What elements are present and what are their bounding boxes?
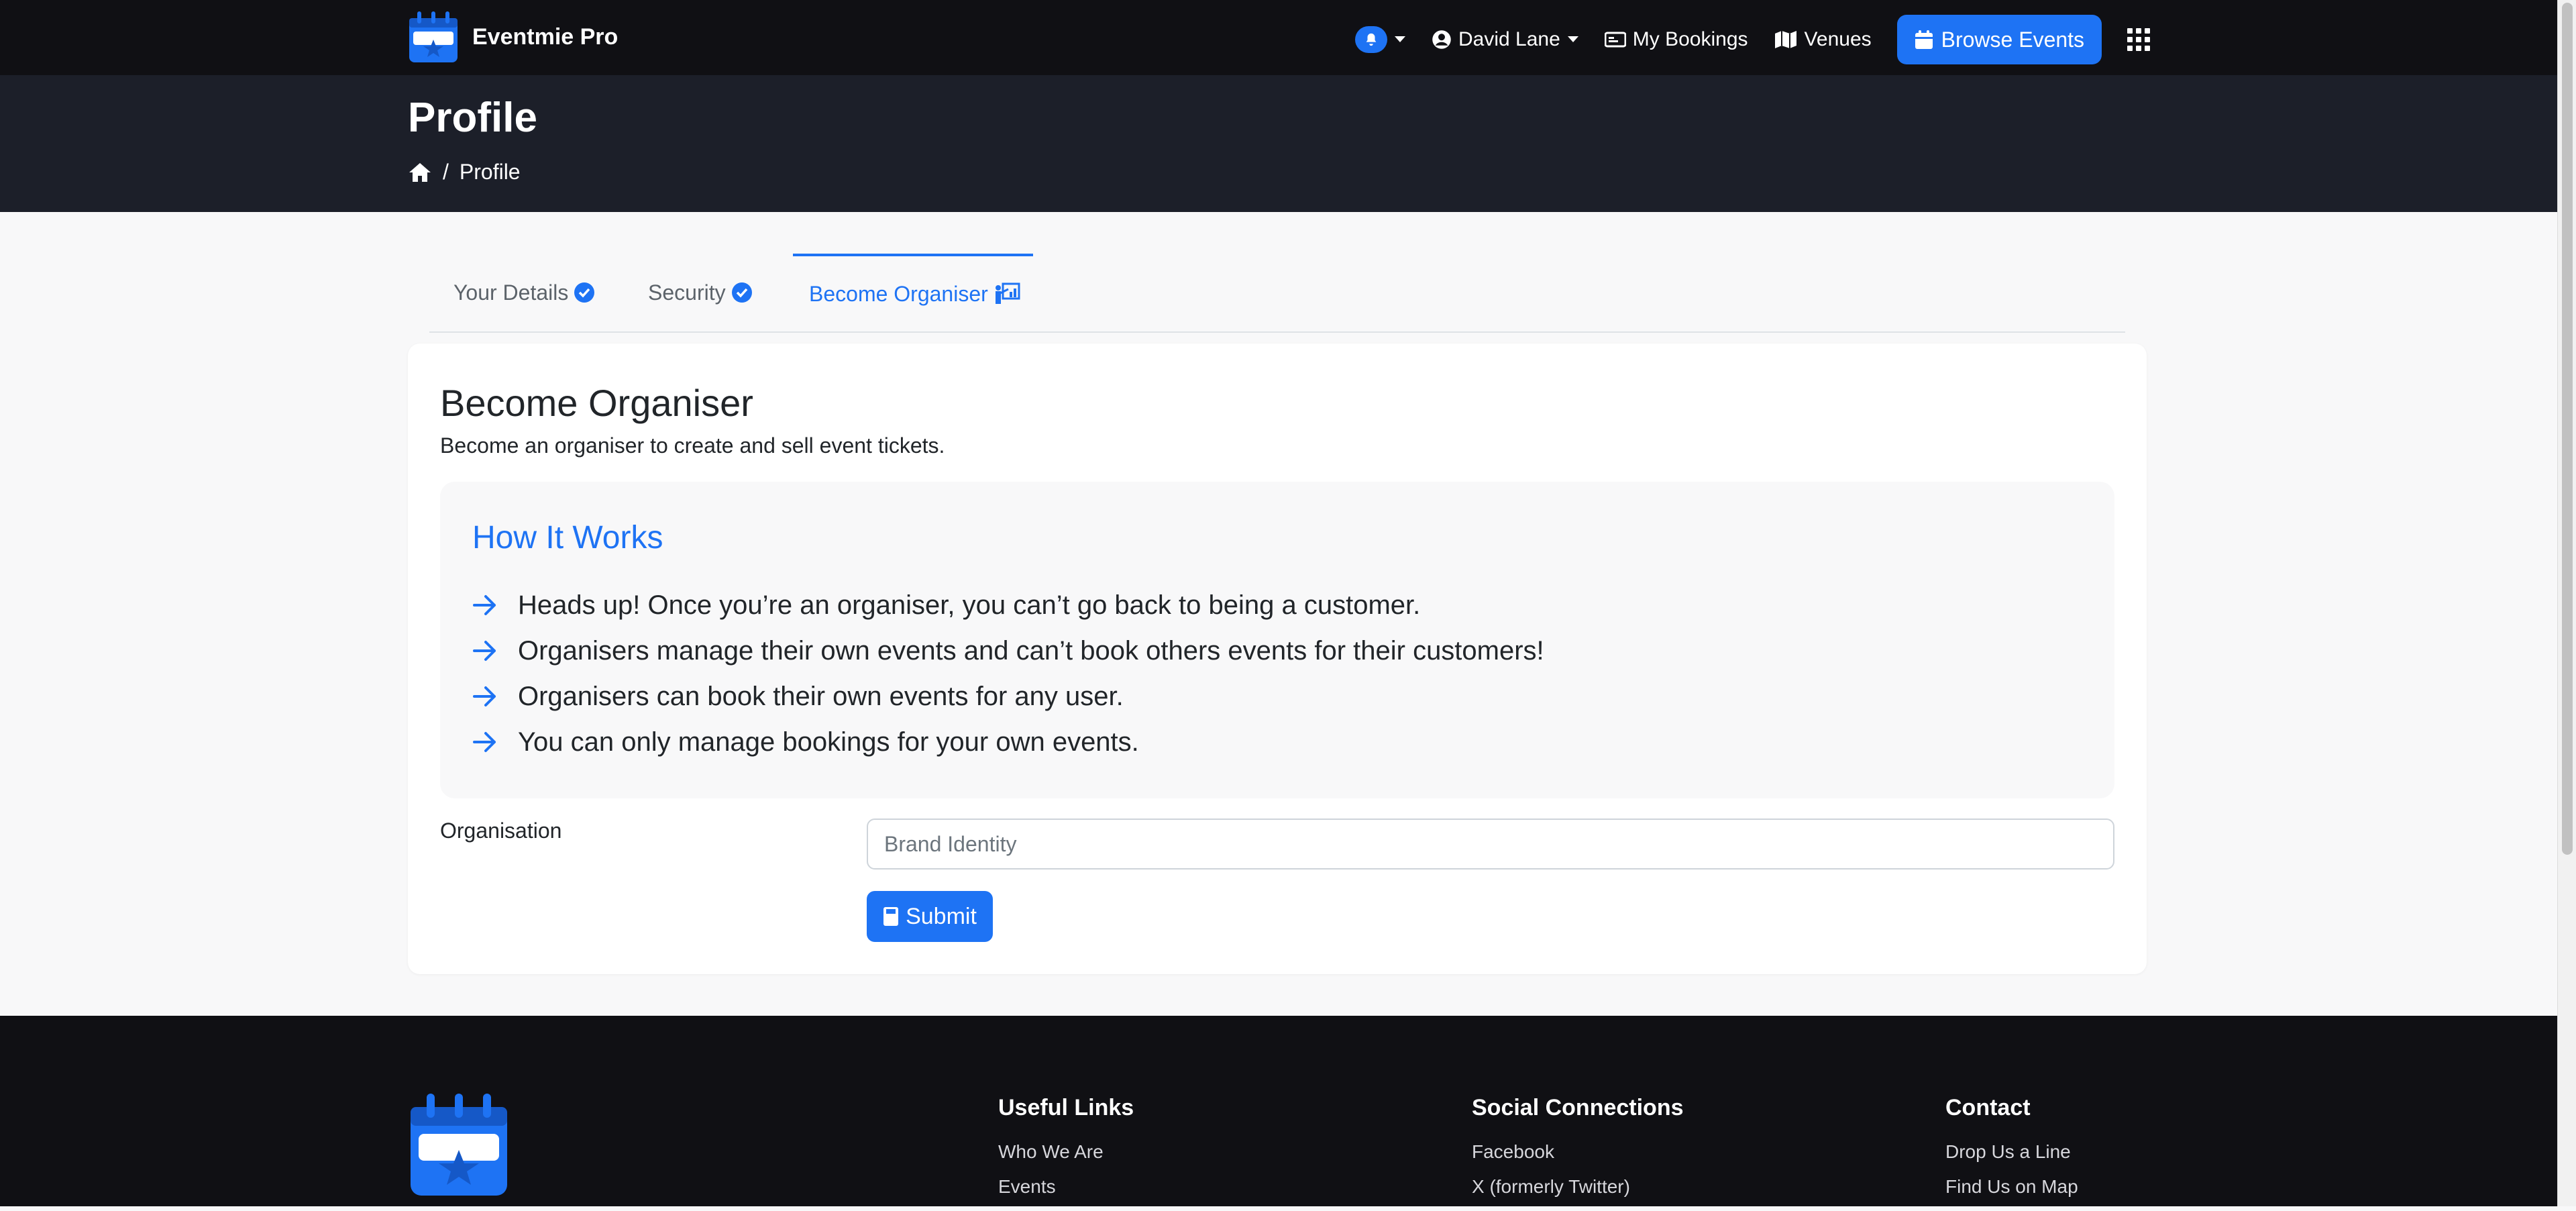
page-title: Profile	[408, 95, 537, 141]
scrollbar-thumb[interactable]	[2562, 3, 2573, 855]
list-item-text: Organisers can book their own events for…	[518, 681, 1124, 711]
footer-link-events[interactable]: Events	[998, 1176, 1134, 1198]
nav-venues[interactable]: Venues	[1774, 28, 1872, 51]
footer-link-drop-us-a-line[interactable]: Drop Us a Line	[1945, 1141, 2078, 1163]
browse-events-button[interactable]: Browse Events	[1896, 15, 2102, 64]
brand-link[interactable]: Eventmie Pro	[408, 9, 618, 64]
calendar-icon	[1915, 30, 1933, 49]
arrow-right-icon	[473, 686, 496, 706]
breadcrumb: / Profile	[408, 160, 521, 185]
footer-heading: Contact	[1945, 1095, 2031, 1120]
page-hero	[0, 75, 2557, 212]
user-circle-icon	[1432, 30, 1451, 49]
footer-link-who-we-are[interactable]: Who We Are	[998, 1141, 1134, 1163]
home-icon[interactable]	[408, 162, 432, 183]
how-it-works-list: Heads up! Once you’re an organiser, you …	[472, 582, 1544, 765]
profile-tabs: Your Details Security Become Organiser	[429, 254, 2125, 333]
nav-menu: David Lane My Bookings Venues Browse Eve…	[1355, 15, 2151, 64]
footer: Useful Links Who We Are Events Social Co…	[0, 1016, 2557, 1206]
list-item-text: Heads up! Once you’re an organiser, you …	[518, 590, 1421, 620]
tab-security[interactable]: Security	[648, 254, 753, 331]
organisation-input[interactable]	[867, 819, 2114, 870]
page-scrollbar[interactable]	[2557, 0, 2576, 1206]
breadcrumb-separator: /	[443, 160, 449, 184]
card-title: Become Organiser	[440, 382, 753, 424]
tab-label: Your Details	[453, 280, 569, 305]
browse-events-label: Browse Events	[1941, 27, 2085, 52]
how-it-works-panel: How It Works Heads up! Once you’re an or…	[440, 482, 2114, 798]
list-item: Organisers can book their own events for…	[472, 674, 1544, 719]
notifications-dropdown[interactable]	[1355, 26, 1406, 53]
footer-useful-links: Useful Links Who We Are Events	[998, 1095, 1134, 1211]
footer-heading: Social Connections	[1472, 1095, 1684, 1120]
apps-grid-icon[interactable]	[2127, 28, 2151, 51]
list-item: Organisers manage their own events and c…	[472, 628, 1544, 674]
nav-my-bookings[interactable]: My Bookings	[1604, 28, 1748, 51]
footer-link-twitter[interactable]: X (formerly Twitter)	[1472, 1176, 1684, 1198]
user-dropdown[interactable]: David Lane	[1432, 28, 1579, 51]
footer-social-connections: Social Connections Facebook X (formerly …	[1472, 1095, 1684, 1211]
check-circle-icon	[574, 282, 595, 303]
tab-become-organiser[interactable]: Become Organiser	[793, 254, 1033, 331]
arrow-right-icon	[473, 732, 496, 752]
person-chalkboard-icon	[995, 282, 1020, 304]
tab-label: Become Organiser	[809, 281, 988, 306]
top-navbar: Eventmie Pro David Lane My Bookings Venu…	[0, 0, 2557, 75]
organisation-label: Organisation	[440, 819, 562, 843]
arrow-right-icon	[473, 641, 496, 661]
footer-link-facebook[interactable]: Facebook	[1472, 1141, 1684, 1163]
arrow-right-icon	[473, 595, 496, 615]
footer-heading: Useful Links	[998, 1095, 1134, 1120]
bell-icon	[1355, 26, 1387, 53]
caret-down-icon	[1395, 36, 1405, 42]
list-item: You can only manage bookings for your ow…	[472, 719, 1544, 765]
become-organiser-card: Become Organiser Become an organiser to …	[408, 344, 2147, 974]
calendar-logo-icon[interactable]	[408, 1091, 510, 1198]
footer-link-find-us-on-map[interactable]: Find Us on Map	[1945, 1176, 2078, 1198]
save-icon	[883, 907, 899, 926]
list-item-text: You can only manage bookings for your ow…	[518, 727, 1139, 757]
list-item: Heads up! Once you’re an organiser, you …	[472, 582, 1544, 628]
ticket-card-icon	[1604, 32, 1626, 48]
user-name: David Lane	[1458, 28, 1560, 50]
brand-name: Eventmie Pro	[472, 23, 619, 50]
caret-down-icon	[1567, 36, 1578, 42]
card-subtitle: Become an organiser to create and sell e…	[440, 433, 945, 458]
list-item-text: Organisers manage their own events and c…	[518, 635, 1544, 666]
how-it-works-title: How It Works	[472, 520, 663, 556]
breadcrumb-current: Profile	[459, 160, 521, 184]
nav-venues-label: Venues	[1804, 28, 1872, 50]
calendar-logo-icon	[409, 11, 458, 62]
submit-button[interactable]: Submit	[867, 891, 993, 942]
tab-label: Security	[648, 280, 726, 305]
nav-my-bookings-label: My Bookings	[1632, 28, 1748, 50]
footer-contact: Contact Drop Us a Line Find Us on Map	[1945, 1095, 2078, 1211]
tab-your-details[interactable]: Your Details	[453, 254, 595, 331]
submit-label: Submit	[906, 903, 977, 929]
check-circle-icon	[731, 282, 752, 303]
map-icon	[1774, 31, 1796, 48]
